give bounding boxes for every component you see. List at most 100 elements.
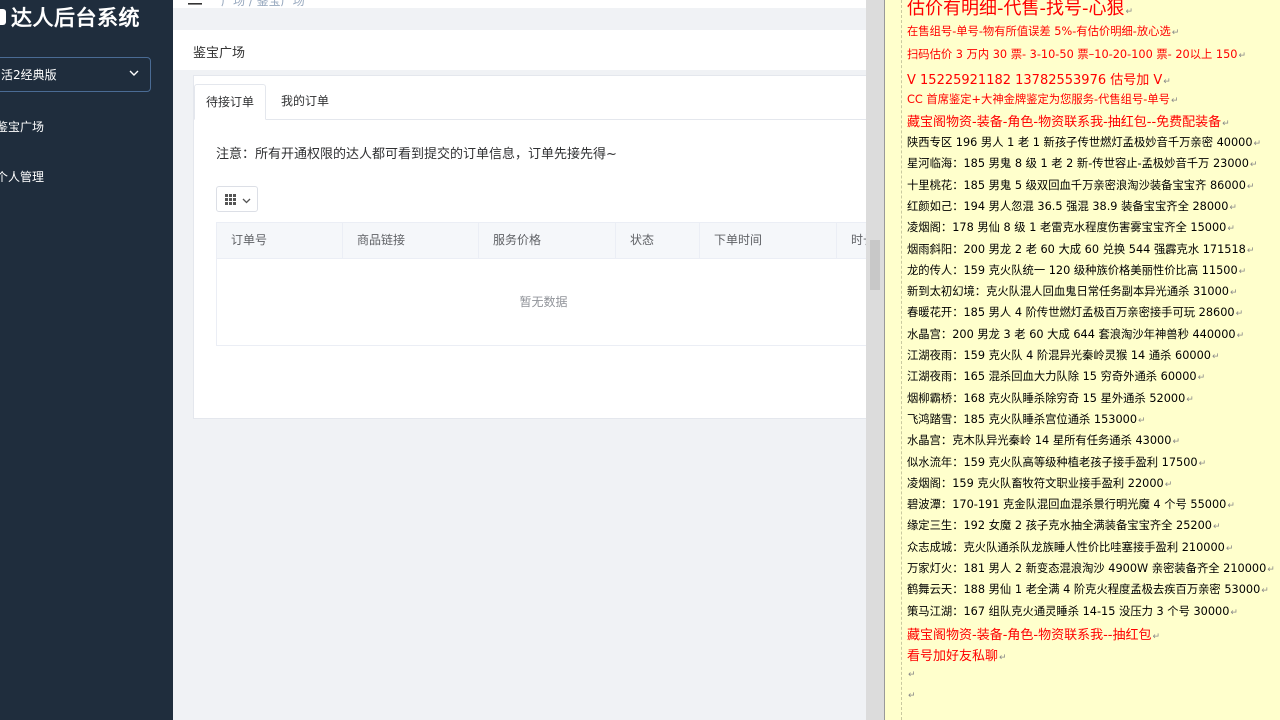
document-line-text: 缘定三生：192 女魔 2 孩子克水抽全满装备宝宝齐全 25200: [907, 519, 1212, 533]
order-tabs: 待接订单 我的订单: [194, 84, 869, 120]
document-line: 江湖夜雨：165 混杀回血大力队除 15 穷奇外通杀 60000↵: [907, 368, 1205, 384]
document-line: 碧波潭：170-191 克金队混回血混杀景行明光魔 4 个号 55000↵: [907, 496, 1235, 512]
paragraph-mark-icon: ↵: [1246, 245, 1255, 256]
document-line: 众志成城：克火队通杀队龙族睡人性价比哇塞接手盈利 210000↵: [907, 539, 1233, 555]
document-pane: 估价有明细-代售-找号-心狠↵ 在售组号-单号-物有所值误差 5%-有估价明细-放…: [884, 0, 1280, 720]
document-line: V 15225921182 13782553976 估号加 V↵: [907, 69, 1171, 88]
document-line: 星河临海：185 男鬼 8 级 1 老 2 新-传世容止-孟极妙音千万 2300…: [907, 155, 1257, 171]
document-line-text: 藏宝阁物资-装备-角色-物资联系我--抽红包: [907, 627, 1152, 643]
paragraph-mark-icon: ↵: [1235, 309, 1244, 320]
document-line-text: V 15225921182 13782553976 估号加 V: [907, 73, 1163, 88]
document-line-text: 策马江湖：167 组队克火通灵睡杀 14-15 没压力 3 个号 30000: [907, 604, 1230, 618]
paragraph-mark-icon: ↵: [1152, 631, 1161, 642]
document-line: 新到太初幻境：克火队混人回血鬼日常任务副本异光通杀 31000↵: [907, 283, 1238, 299]
paragraph-mark-icon: ↵: [1198, 458, 1207, 469]
document-line-text: 扫码估价 3 万内 30 票- 3-10-50 票–10-20-100 票- 2…: [907, 48, 1238, 61]
margin-guide: [901, 0, 902, 720]
tab-pending-orders[interactable]: 待接订单: [194, 84, 267, 120]
document-line-text: 水晶宫：克木队异光秦岭 14 星所有任务通杀 43000: [907, 434, 1172, 448]
document-line-text: 水晶宫：200 男龙 3 老 60 大成 644 套浪淘沙年神兽秒 440000: [907, 327, 1236, 341]
document-line: 看号加好友私聊↵: [907, 645, 1007, 664]
document-line-text: 看号加好友私聊: [907, 649, 999, 665]
page-title: 鉴宝广场: [193, 46, 246, 61]
table-header: 订单号 商品链接 服务价格 状态 下单时间 时长: [217, 223, 869, 259]
document-line: 似水流年：159 克火队高等级种植老孩子接手盈利 17500↵: [907, 454, 1206, 470]
document-line: 扫码估价 3 万内 30 票- 3-10-50 票–10-20-100 票- 2…: [907, 46, 1246, 62]
paragraph-mark-icon: ↵: [1170, 96, 1179, 106]
paragraph-mark-icon: ↵: [1164, 479, 1173, 490]
app-title: 达人后台系统: [11, 6, 140, 30]
chevron-down-icon: [242, 198, 251, 204]
top-navbar: 广场 / 鉴宝广场: [173, 0, 868, 8]
document-line-text: 星河临海：185 男鬼 8 级 1 老 2 新-传世容止-孟极妙音千万 2300…: [907, 157, 1249, 171]
document-line: 藏宝阁物资-装备-角色-物资联系我-抽红包--免费配装备↵: [907, 111, 1230, 130]
tab-my-orders[interactable]: 我的订单: [270, 84, 340, 120]
paragraph-mark-icon: ↵: [1236, 330, 1245, 341]
scrollbar-thumb[interactable]: [870, 240, 880, 290]
document-line: 凌烟阁：178 男仙 8 级 1 老雷克水程度伤害雾宝宝齐全 15000↵: [907, 219, 1235, 235]
page-header: 鉴宝广场: [173, 30, 868, 70]
document-line-text: 众志成城：克火队通杀队龙族睡人性价比哇塞接手盈利 210000: [907, 540, 1225, 554]
document-line-text: 鹤舞云天：188 男仙 1 老全满 4 阶克火程度孟极去疾百万亲密 53000: [907, 583, 1261, 597]
sidebar-item-label: 鉴宝广场: [0, 119, 45, 134]
hamburger-icon[interactable]: [188, 0, 202, 7]
document-line: 红颜如己：194 男人忽混 36.5 强混 38.9 装备宝宝齐全 28000↵: [907, 198, 1237, 214]
paragraph-mark-icon: ↵: [908, 669, 916, 680]
paragraph-mark-icon: ↵: [1125, 7, 1134, 17]
document-line-text: 江湖夜雨：165 混杀回血大力队除 15 穷奇外通杀 60000: [907, 370, 1197, 384]
screen: 达人后台系统 活2经典版 鉴宝广场 个人管理 广场 / 鉴宝广场 鉴宝广场 待接…: [0, 0, 1280, 720]
column-header-order-time[interactable]: 下单时间: [700, 223, 837, 259]
paragraph-mark-icon: ↵: [1267, 565, 1275, 575]
column-header-service-price[interactable]: 服务价格: [479, 223, 616, 259]
document-line-text: CC 首席鉴定+大神金牌鉴定为您服务-代售组号-单号: [907, 93, 1170, 106]
column-header-order-no[interactable]: 订单号: [217, 223, 343, 259]
paragraph-mark-icon: ↵: [1171, 28, 1180, 38]
document-line: 水晶宫：克木队异光秦岭 14 星所有任务通杀 43000↵: [907, 432, 1180, 448]
breadcrumb[interactable]: 广场 / 鉴宝广场: [221, 0, 305, 8]
document-line: 飞鸿踏雪：185 克火队睡杀宫位通杀 153000↵: [907, 411, 1146, 427]
document-line: 缘定三生：192 女魔 2 孩子克水抽全满装备宝宝齐全 25200↵: [907, 517, 1221, 533]
paragraph-mark-icon: ↵: [1222, 119, 1230, 129]
orders-table: 订单号 商品链接 服务价格 状态 下单时间 时长 暂无数据: [216, 222, 869, 346]
column-header-status[interactable]: 状态: [616, 223, 700, 259]
brand[interactable]: 达人后台系统: [0, 2, 140, 32]
paragraph-mark-icon: ↵: [1253, 139, 1262, 149]
logo-icon: [0, 9, 6, 25]
document-line: 估价有明细-代售-找号-心狠↵: [907, 0, 1133, 20]
column-toggle-button[interactable]: [216, 186, 258, 212]
chevron-down-icon: [129, 70, 139, 76]
document-line-text: 凌烟阁：178 男仙 8 级 1 老雷克水程度伤害雾宝宝齐全 15000: [907, 221, 1227, 235]
paragraph-mark-icon: ↵: [1249, 160, 1258, 171]
document-line: 烟柳霸桥：168 克火队睡杀除穷奇 15 星外通杀 52000↵: [907, 390, 1194, 406]
document-line-text: 烟雨斜阳：200 男龙 2 老 60 大成 60 兑换 544 强霹克水 171…: [907, 242, 1246, 256]
document-line-text: 红颜如己：194 男人忽混 36.5 强混 38.9 装备宝宝齐全 28000: [907, 199, 1229, 213]
paragraph-mark-icon: ↵: [1138, 415, 1146, 426]
main-content: 广场 / 鉴宝广场 鉴宝广场 待接订单 我的订单 注意：所有开通权限的达人都可看…: [173, 0, 869, 720]
paragraph-mark-icon: ↵: [1211, 352, 1220, 362]
document-line: 鹤舞云天：188 男仙 1 老全满 4 阶克火程度孟极去疾百万亲密 53000↵: [907, 581, 1269, 597]
document-line: 十里桃花：185 男鬼 5 级双回血千万亲密浪淘沙装备宝宝齐 86000↵: [907, 177, 1254, 193]
document-line: 水晶宫：200 男龙 3 老 60 大成 644 套浪淘沙年神兽秒 440000…: [907, 326, 1244, 342]
document-line-text: 在售组号-单号-物有所值误差 5%-有估价明细-放心选: [907, 25, 1171, 38]
document-line: 春暖花开：185 男人 4 阶传世燃灯孟极百万亲密接手可玩 28600↵: [907, 304, 1243, 320]
paragraph-mark-icon: ↵: [1163, 77, 1171, 87]
window-splitter[interactable]: [866, 0, 884, 720]
grid-icon: [225, 194, 236, 205]
document-line: 江湖夜雨：159 克火队 4 阶混异光秦岭灵猴 14 通杀 60000↵: [907, 347, 1220, 363]
version-selector[interactable]: 活2经典版: [0, 57, 151, 92]
document-line: 策马江湖：167 组队克火通灵睡杀 14-15 没压力 3 个号 30000↵: [907, 603, 1238, 619]
document-line-text: 春暖花开：185 男人 4 阶传世燃灯孟极百万亲密接手可玩 28600: [907, 306, 1235, 320]
paragraph-mark-icon: ↵: [1229, 202, 1237, 213]
document-line-text: 新到太初幻境：克火队混人回血鬼日常任务副本异光通杀 31000: [907, 285, 1229, 299]
sidebar-item-jianbao[interactable]: 鉴宝广场: [0, 113, 173, 139]
paragraph-mark-icon: ↵: [1186, 394, 1194, 405]
sidebar: 达人后台系统 活2经典版 鉴宝广场 个人管理: [0, 0, 173, 720]
document-line-text: 碧波潭：170-191 克金队混回血混杀景行明光魔 4 个号 55000: [907, 498, 1227, 512]
column-header-product-link[interactable]: 商品链接: [343, 223, 479, 259]
notice-text: 注意：所有开通权限的达人都可看到提交的订单信息，订单先接先得~: [216, 147, 617, 162]
document-line: 万家灯火：181 男人 2 新变态混浪淘沙 4900W 亲密装备齐全 21000…: [907, 560, 1275, 576]
sidebar-item-personal[interactable]: 个人管理: [0, 163, 173, 189]
paragraph-mark-icon: ↵: [908, 690, 916, 701]
document-line-text: 江湖夜雨：159 克火队 4 阶混异光秦岭灵猴 14 通杀 60000: [907, 349, 1211, 362]
column-header-duration[interactable]: 时长: [837, 223, 869, 259]
